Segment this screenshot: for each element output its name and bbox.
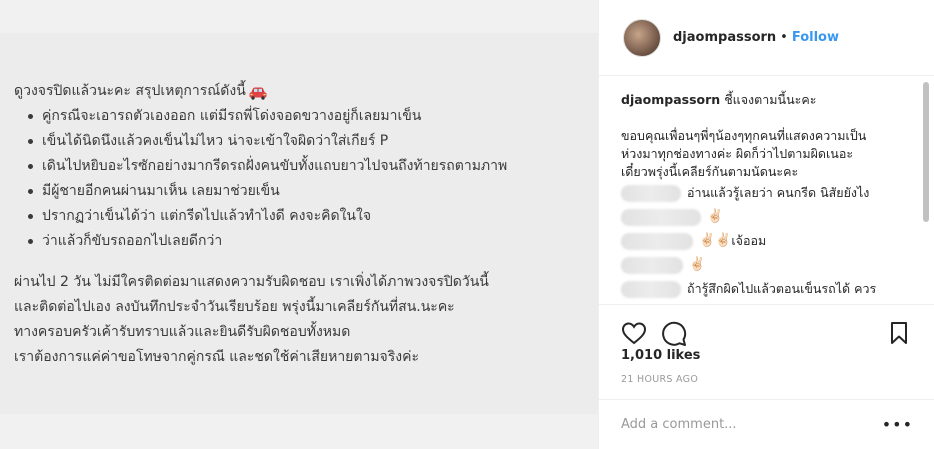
comments-scrollbar[interactable]	[922, 82, 930, 304]
comment-item: ✌🏻✌🏻 เจ้ออม	[621, 229, 921, 253]
note-paragraph: ผ่านไป 2 วัน ไม่มีใครติดต่อมาแสดงความรับ…	[14, 270, 594, 370]
caption-first-line: ชี้แจงตามนี้นะคะ	[724, 92, 817, 107]
note-paragraph-line: ทางครอบครัวเค้ารับทราบแล้วและยินดีรับผิด…	[14, 324, 351, 340]
blurred-username	[621, 184, 681, 202]
post-image: ดูวงจรปิดแล้วนะคะ สรุปเหตุการณ์ดังนี้ คู…	[0, 0, 598, 449]
comment-item: ✌🏻	[621, 253, 921, 277]
like-button[interactable]	[621, 321, 647, 347]
blurred-username	[621, 280, 681, 298]
bookmark-icon	[891, 321, 907, 344]
comment-item: อ่านแล้วรู้เลยว่า คนกรีด นิสัยยังไง	[621, 181, 921, 205]
more-options-icon[interactable]: •••	[882, 415, 913, 434]
comment-item: ✌🏻	[621, 205, 921, 229]
heart-icon	[621, 321, 647, 344]
caption-username[interactable]: djaompassorn	[621, 92, 720, 107]
comment-text: เจ้ออม	[731, 233, 767, 248]
blurred-username	[621, 256, 683, 274]
note-heading: ดูวงจรปิดแล้วนะคะ สรุปเหตุการณ์ดังนี้	[14, 79, 594, 104]
caption-line: ห่วงมาทุกช่องทางค่ะ ผิดก็ว่าไปตามผิดเนอะ	[621, 146, 854, 161]
note-bullet: ปรากฏว่าเข็นได้ว่า แต่กรีดไปแล้วทำไงดี ค…	[28, 204, 594, 229]
follow-button[interactable]: Follow	[792, 30, 839, 45]
comment-button[interactable]	[661, 321, 687, 347]
post-header: djaompassorn • Follow	[599, 0, 934, 76]
header-separator: •	[780, 30, 788, 45]
action-bar	[599, 304, 934, 350]
note-bullet: ว่าแล้วก็ขับรถออกไปเลยดีกว่า	[28, 229, 594, 254]
comments-list[interactable]: djaompassorn ชี้แจงตามนี้นะคะ ขอบคุณเพื่…	[599, 77, 921, 304]
header-username[interactable]: djaompassorn	[673, 30, 776, 45]
note-bullet: คู่กรณีจะเอารถตัวเองออก แต่มีรถพี่โด่งจอ…	[28, 104, 594, 129]
comment-item: ถ้ารู้สึกผิดไปแล้วตอนเข็นรถได้ ควร	[621, 277, 921, 301]
note-text: ดูวงจรปิดแล้วนะคะ สรุปเหตุการณ์ดังนี้ คู…	[14, 79, 594, 370]
comment-bubble-icon	[662, 321, 687, 346]
likes-count[interactable]: 1,010 likes	[621, 348, 700, 363]
victory-hand-icon: ✌🏻	[707, 209, 724, 224]
victory-hand-icon: ✌🏻	[689, 257, 706, 272]
avatar[interactable]	[623, 18, 661, 57]
note-paragraph-line: ผ่านไป 2 วัน ไม่มีใครติดต่อมาแสดงความรับ…	[14, 274, 489, 290]
caption-line: เดี๋ยวพรุ่งนี้เคลียร์กันตามนัดนะคะ	[621, 164, 799, 179]
blurred-username	[621, 232, 693, 250]
caption-line: ขอบคุณเพื่อนๆพี่ๆน้องๆทุกคนที่แสดงความเป…	[621, 128, 867, 143]
comment-input[interactable]	[621, 417, 881, 432]
note-bullet: เข็นได้นิดนึงแล้วคงเข็นไม่ไหว น่าจะเข้าใ…	[28, 129, 594, 154]
post-timestamp[interactable]: 21 HOURS AGO	[621, 374, 698, 385]
caption: djaompassorn ชี้แจงตามนี้นะคะ ขอบคุณเพื่…	[621, 91, 921, 181]
comment-text: ถ้ารู้สึกผิดไปแล้วตอนเข็นรถได้ ควร	[687, 281, 877, 296]
note-heading-text: ดูวงจรปิดแล้วนะคะ สรุปเหตุการณ์ดังนี้	[14, 83, 246, 99]
save-button[interactable]	[889, 321, 913, 347]
post-sidebar: djaompassorn • Follow djaompassorn ชี้แจ…	[598, 0, 934, 449]
scrollbar-thumb[interactable]	[923, 82, 929, 222]
car-emoji-icon	[249, 87, 267, 100]
note-bullet: มีผู้ชายอีกคนผ่านมาเห็น เลยมาช่วยเข็น	[28, 179, 594, 204]
blurred-username	[621, 208, 701, 226]
note-bullet-list: คู่กรณีจะเอารถตัวเองออก แต่มีรถพี่โด่งจอ…	[14, 104, 594, 254]
comment-text: อ่านแล้วรู้เลยว่า คนกรีด นิสัยยังไง	[687, 185, 870, 200]
add-comment-bar: •••	[599, 399, 934, 449]
note-paragraph-line: เราต้องการแค่ค่าขอโทษจากคู่กรณี และชดใช้…	[14, 349, 420, 365]
victory-hand-icon: ✌🏻✌🏻	[699, 233, 732, 248]
caption-body: ขอบคุณเพื่อนๆพี่ๆน้องๆทุกคนที่แสดงความเป…	[621, 127, 911, 181]
note-paragraph-line: และติดต่อไปเอง ลงบันทึกประจำวันเรียบร้อย…	[14, 299, 455, 315]
note-bullet: เดินไปหยิบอะไรซักอย่างมากรีดรถฝั่งคนขับท…	[28, 154, 594, 179]
